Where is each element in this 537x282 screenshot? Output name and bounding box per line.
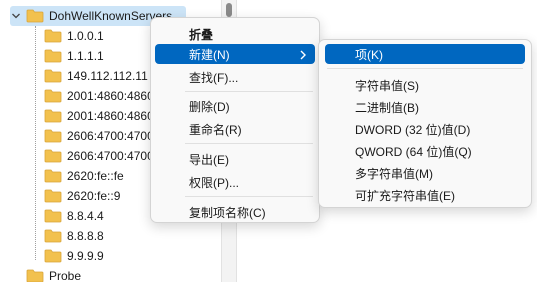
menu-item-find[interactable]: 查找(F)...: [155, 67, 315, 87]
folder-icon: [44, 109, 62, 123]
menu-item-label: 字符串值(S): [355, 78, 419, 93]
tree-item[interactable]: 2620:fe::9: [44, 186, 120, 206]
submenu-item-key[interactable]: 项(K): [325, 44, 525, 64]
menu-item-label: 复制项名称(C): [189, 205, 266, 220]
submenu-item-expandable-string-value[interactable]: 可扩充字符串值(E): [325, 185, 525, 205]
tree-item-label: 8.8.4.4: [67, 209, 104, 223]
tree-item[interactable]: 2620:fe::fe: [44, 166, 124, 186]
scrollbar-thumb[interactable]: [226, 3, 232, 17]
tree-item[interactable]: 2606:4700:4700: [44, 126, 154, 146]
tree-item-label: Probe: [49, 269, 82, 282]
tree-item-label: 1.0.0.1: [67, 29, 104, 43]
menu-item-label: DWORD (32 位)值(D): [355, 122, 471, 137]
folder-icon: [26, 269, 44, 282]
tree-item[interactable]: 8.8.8.8: [44, 226, 104, 246]
menu-item-label: 项(K): [355, 47, 383, 62]
folder-icon: [44, 49, 62, 63]
tree-item[interactable]: 1.0.0.1: [44, 26, 104, 46]
tree-item[interactable]: 2001:4860:4860: [44, 106, 154, 126]
menu-item-label: 新建(N): [189, 47, 230, 62]
tree-item[interactable]: 1.1.1.1: [44, 46, 104, 66]
menu-separator: [185, 196, 313, 197]
folder-icon: [44, 229, 62, 243]
folder-icon: [44, 209, 62, 223]
folder-icon: [44, 249, 62, 263]
menu-item-label: 二进制值(B): [355, 100, 419, 115]
new-submenu: 项(K) 字符串值(S) 二进制值(B) DWORD (32 位)值(D) QW…: [318, 39, 532, 208]
menu-item-collapse[interactable]: 折叠: [155, 24, 315, 44]
context-menu: 折叠 新建(N) 查找(F)... 删除(D) 重命名(R) 导出(E) 权限(…: [150, 17, 320, 223]
folder-icon: [44, 189, 62, 203]
registry-editor-window: DohWellKnownServers 1.0.0.1 1.1.1.1 149.…: [0, 0, 537, 282]
tree-item-label: 2001:4860:4860: [67, 109, 154, 123]
chevron-right-icon: [299, 49, 307, 60]
submenu-item-multi-string-value[interactable]: 多字符串值(M): [325, 163, 525, 183]
menu-item-export[interactable]: 导出(E): [155, 149, 315, 169]
menu-item-label: 多字符串值(M): [355, 166, 433, 181]
menu-item-delete[interactable]: 删除(D): [155, 96, 315, 116]
tree-item[interactable]: 2606:4700:4700: [44, 146, 154, 166]
tree-item[interactable]: 8.8.4.4: [44, 206, 104, 226]
menu-separator: [327, 68, 523, 69]
tree-item-label: 8.8.8.8: [67, 229, 104, 243]
folder-icon: [44, 169, 62, 183]
menu-separator: [185, 143, 313, 144]
tree-item[interactable]: 2001:4860:4860: [44, 86, 154, 106]
folder-icon: [44, 29, 62, 43]
submenu-item-string-value[interactable]: 字符串值(S): [325, 75, 525, 95]
menu-item-label: QWORD (64 位)值(Q): [355, 144, 472, 159]
tree-item[interactable]: 9.9.9.9: [44, 246, 104, 266]
menu-item-label: 删除(D): [189, 99, 230, 114]
tree-item-probe[interactable]: Probe: [26, 266, 81, 282]
menu-item-new[interactable]: 新建(N): [155, 44, 315, 64]
submenu-item-binary-value[interactable]: 二进制值(B): [325, 97, 525, 117]
tree-item-label: 149.112.112.11: [67, 69, 148, 83]
menu-item-permissions[interactable]: 权限(P)...: [155, 172, 315, 192]
tree-item[interactable]: 149.112.112.11: [44, 66, 148, 86]
tree-item-label: 2620:fe::9: [67, 189, 121, 203]
tree-item-label: 2001:4860:4860: [67, 89, 154, 103]
folder-icon: [26, 9, 44, 23]
menu-item-label: 查找(F)...: [189, 70, 239, 85]
tree-connector-line: [35, 26, 36, 260]
tree-item-label: 2620:fe::fe: [67, 169, 124, 183]
menu-separator: [185, 91, 313, 92]
menu-item-label: 导出(E): [189, 152, 229, 167]
menu-item-copy-key-name[interactable]: 复制项名称(C): [155, 202, 315, 222]
tree-item-label: 1.1.1.1: [67, 49, 104, 63]
submenu-item-qword-value[interactable]: QWORD (64 位)值(Q): [325, 141, 525, 161]
menu-item-label: 折叠: [189, 27, 214, 42]
menu-item-label: 重命名(R): [189, 122, 242, 137]
chevron-down-icon[interactable]: [10, 10, 22, 22]
menu-item-label: 权限(P)...: [189, 175, 239, 190]
tree-item-label: 2606:4700:4700: [67, 149, 154, 163]
tree-item-label: 9.9.9.9: [67, 249, 104, 263]
folder-icon: [44, 89, 62, 103]
tree-item-label: 2606:4700:4700: [67, 129, 154, 143]
submenu-item-dword-value[interactable]: DWORD (32 位)值(D): [325, 119, 525, 139]
folder-icon: [44, 69, 62, 83]
menu-item-label: 可扩充字符串值(E): [355, 188, 455, 203]
folder-icon: [44, 129, 62, 143]
folder-icon: [44, 149, 62, 163]
menu-item-rename[interactable]: 重命名(R): [155, 119, 315, 139]
